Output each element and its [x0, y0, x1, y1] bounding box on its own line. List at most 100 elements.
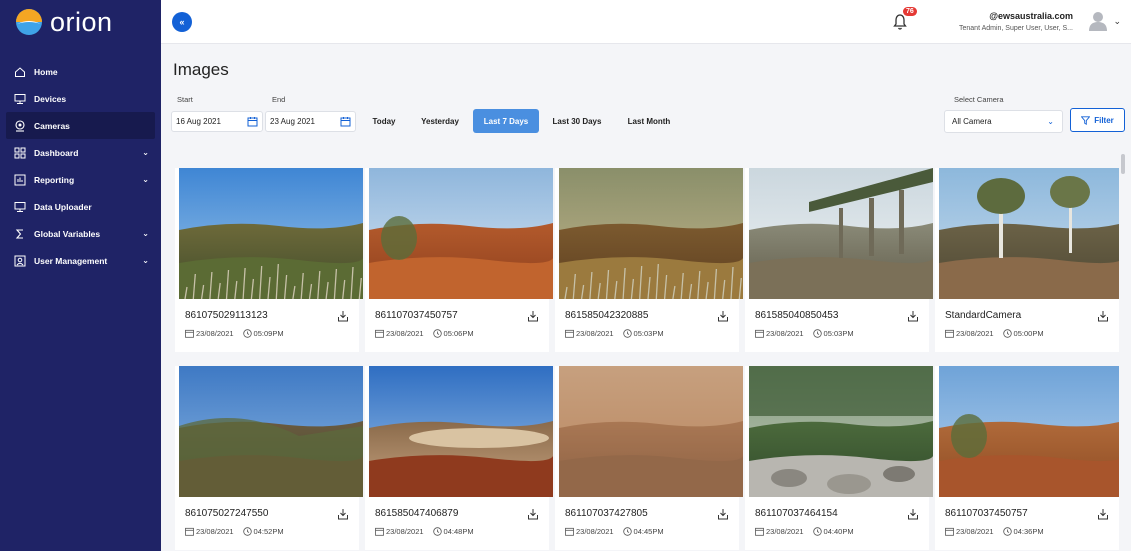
camera-image[interactable] [749, 168, 933, 299]
calendar-icon [565, 527, 574, 536]
sidebar-item-label: Reporting [34, 174, 75, 185]
quick-filter-last-30-days[interactable]: Last 30 Days [545, 109, 609, 133]
image-date: 23/08/2021 [576, 329, 614, 338]
user-email[interactable]: @ewsaustralia.com [989, 11, 1073, 21]
camera-id: 861107037450757 [945, 508, 1028, 519]
clock-icon [812, 527, 822, 536]
chevron-down-icon: ⌄ [142, 175, 149, 184]
clock-icon [242, 527, 252, 536]
sidebar-item-reporting[interactable]: Reporting ⌄ [0, 166, 161, 193]
home-icon [14, 66, 26, 78]
calendar-icon[interactable] [247, 116, 258, 127]
upload-icon [14, 201, 26, 213]
quick-filter-last-month[interactable]: Last Month [619, 109, 679, 133]
quick-filter-yesterday[interactable]: Yesterday [413, 109, 467, 133]
download-icon[interactable] [717, 508, 729, 520]
clock-icon [812, 329, 822, 338]
image-date: 23/08/2021 [196, 329, 234, 338]
scrollbar[interactable] [1121, 154, 1125, 546]
sidebar-item-global-variables[interactable]: Global Variables ⌄ [0, 220, 161, 247]
camera-image[interactable] [749, 366, 933, 497]
download-icon[interactable] [1097, 508, 1109, 520]
chevron-down-icon: ⌄ [142, 256, 149, 265]
image-grid: 861075029113123 23/08/2021 05:09PM 86110703… [171, 148, 1119, 551]
download-icon[interactable] [907, 310, 919, 322]
camera-image[interactable] [369, 366, 553, 497]
download-icon[interactable] [717, 310, 729, 322]
image-card[interactable]: 861107037464154 23/08/2021 04:40PM [745, 366, 933, 550]
quick-filter-today[interactable]: Today [365, 109, 403, 133]
start-label: Start [177, 95, 193, 104]
dashboard-icon [14, 147, 26, 159]
image-card[interactable]: 861585040850453 23/08/2021 05:03PM [745, 168, 933, 352]
sidebar-item-label: Home [34, 66, 58, 77]
start-date-input[interactable]: 16 Aug 2021 [171, 111, 263, 132]
image-card[interactable]: 861075029113123 23/08/2021 05:09PM [175, 168, 363, 352]
sidebar-item-dashboard[interactable]: Dashboard ⌄ [0, 139, 161, 166]
reporting-icon [14, 174, 26, 186]
image-date: 23/08/2021 [956, 527, 994, 536]
sidebar-item-label: Cameras [34, 120, 70, 131]
calendar-icon [375, 527, 384, 536]
camera-image[interactable] [179, 366, 363, 497]
camera-image[interactable] [939, 168, 1119, 299]
end-date-input[interactable]: 23 Aug 2021 [265, 111, 356, 132]
image-card[interactable]: StandardCamera 23/08/2021 05:00PM [935, 168, 1119, 352]
download-icon[interactable] [337, 508, 349, 520]
camera-image[interactable] [559, 366, 743, 497]
end-label: End [272, 95, 286, 104]
image-card[interactable]: 861585042320885 23/08/2021 05:03PM [555, 168, 743, 352]
clock-icon [432, 527, 442, 536]
clock-icon [242, 329, 252, 338]
download-icon[interactable] [527, 508, 539, 520]
sidebar-item-cameras[interactable]: Cameras [6, 112, 155, 139]
download-icon[interactable] [907, 508, 919, 520]
chevron-down-icon: ⌄ [142, 229, 149, 238]
camera-image[interactable] [179, 168, 363, 299]
calendar-icon [755, 527, 764, 536]
sidebar-item-devices[interactable]: Devices [0, 85, 161, 112]
quick-filter-last-7-days[interactable]: Last 7 Days [473, 109, 539, 133]
calendar-icon[interactable] [340, 116, 351, 127]
image-date: 23/08/2021 [196, 527, 234, 536]
image-date: 23/08/2021 [386, 329, 424, 338]
camera-id: 861107037464154 [755, 508, 838, 519]
camera-image[interactable] [369, 168, 553, 299]
start-date-value: 16 Aug 2021 [176, 117, 221, 126]
download-icon[interactable] [1097, 310, 1109, 322]
image-time: 05:03PM [823, 329, 854, 338]
image-time: 05:03PM [633, 329, 664, 338]
camera-image[interactable] [939, 366, 1119, 497]
image-time: 04:48PM [443, 527, 474, 536]
select-camera-label: Select Camera [954, 95, 1004, 104]
image-card[interactable]: 861585047406879 23/08/2021 04:48PM [365, 366, 553, 550]
calendar-icon [945, 527, 954, 536]
filter-button[interactable]: Filter [1070, 108, 1125, 132]
chevron-down-icon[interactable]: ⌄ [1113, 16, 1121, 27]
camera-icon [14, 119, 26, 132]
camera-select[interactable]: All Camera ⌄ [944, 110, 1063, 133]
image-card[interactable]: 861107037427805 23/08/2021 04:45PM [555, 366, 743, 550]
collapse-sidebar-button[interactable]: « [172, 12, 192, 32]
logo[interactable]: orion [0, 0, 161, 44]
sidebar-item-data-uploader[interactable]: Data Uploader [0, 193, 161, 220]
page-title: Images [173, 60, 229, 79]
image-card[interactable]: 861107037450757 23/08/2021 04:36PM [935, 366, 1119, 550]
image-date: 23/08/2021 [766, 329, 804, 338]
avatar[interactable] [1089, 11, 1107, 31]
clock-icon [1002, 527, 1012, 536]
sidebar-item-user-management[interactable]: User Management ⌄ [0, 247, 161, 274]
download-icon[interactable] [337, 310, 349, 322]
image-time: 04:36PM [1013, 527, 1044, 536]
user-role: Tenant Admin, Super User, User, S... [959, 25, 1073, 32]
camera-select-value: All Camera [952, 117, 992, 126]
sidebar-item-home[interactable]: Home [0, 58, 161, 85]
image-card[interactable]: 861075027247550 23/08/2021 04:52PM [175, 366, 363, 550]
camera-image[interactable] [559, 168, 743, 299]
image-time: 04:52PM [253, 527, 284, 536]
camera-id: 861107037427805 [565, 508, 648, 519]
sidebar: orion Home Devices Cameras Dashboard ⌄ Report… [0, 0, 161, 551]
image-card[interactable]: 861107037450757 23/08/2021 05:06PM [365, 168, 553, 352]
download-icon[interactable] [527, 310, 539, 322]
topbar: « 76 @ewsaustralia.com Tenant Admin, Sup… [161, 0, 1131, 44]
